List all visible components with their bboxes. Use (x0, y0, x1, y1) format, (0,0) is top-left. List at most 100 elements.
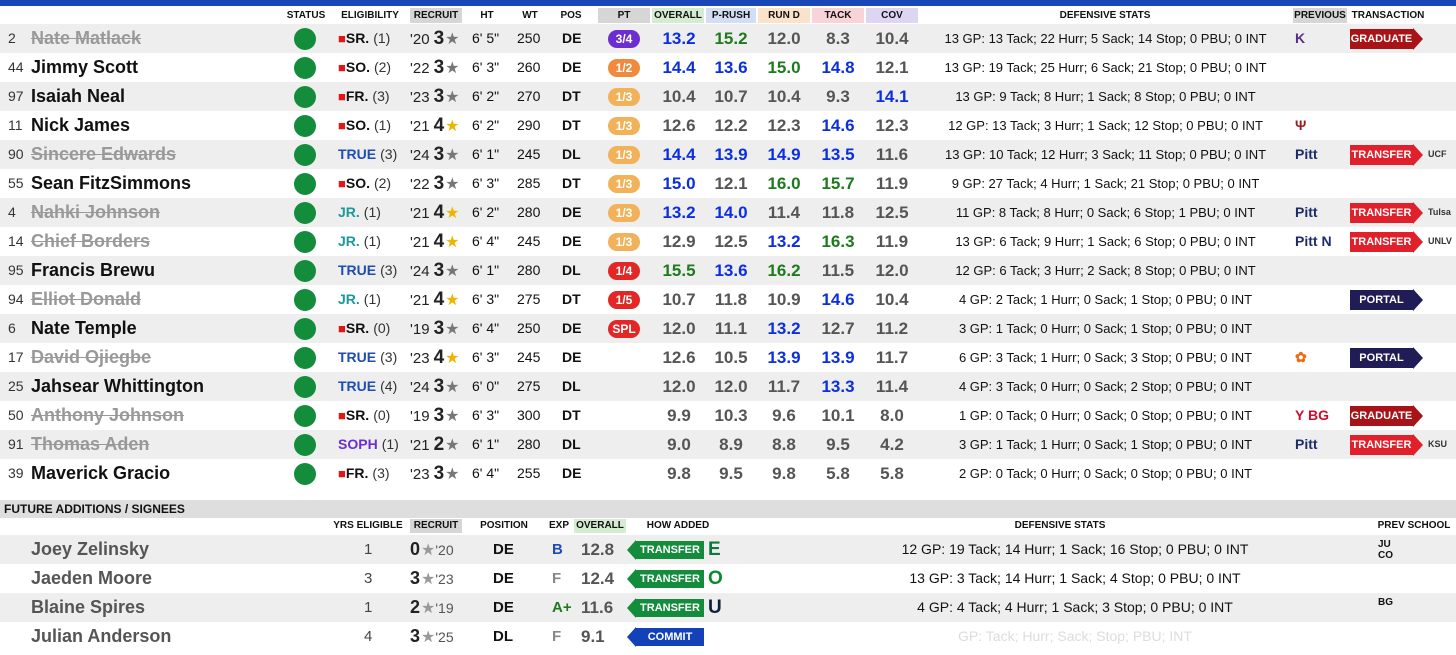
eligibility-years: (3) (380, 349, 398, 365)
transaction-badge[interactable]: GRADUATE (1350, 28, 1423, 50)
table-row[interactable]: 44 Jimmy Scott ■SO. (2) '22 3★ 6' 3" 260 DE 1/2 14… (0, 53, 1456, 82)
table-row[interactable]: Julian Anderson 4 3★'25 DL F 9.1 COMMIT GP: Tac… (0, 622, 1456, 651)
destination-school-logo: KSU (1428, 439, 1448, 449)
weight: 250 (517, 320, 541, 336)
recruit-year: '21 (410, 437, 430, 454)
overall-score: 10.4 (662, 87, 696, 106)
player-name[interactable]: Sincere Edwards (31, 140, 176, 169)
player-name[interactable]: Francis Brewu (31, 256, 155, 285)
player-name[interactable]: Nahki Johnson (31, 198, 160, 227)
weight: 300 (517, 407, 541, 423)
height: 6' 0" (472, 378, 500, 394)
player-name[interactable]: Thomas Aden (31, 430, 149, 459)
player-name[interactable]: Nate Matlack (31, 24, 141, 53)
pass-rush-score: 13.6 (714, 58, 748, 77)
player-name[interactable]: Maverick Gracio (31, 459, 170, 488)
height: 6' 2" (472, 88, 500, 104)
player-name[interactable]: David Ojiegbe (31, 343, 151, 372)
transaction-badge[interactable]: TRANSFER (1350, 202, 1423, 224)
star-icon: ★ (421, 571, 436, 588)
table-row[interactable]: 11 Nick James ■SO. (1) '21 4★ 6' 2" 290 DT 1/3 12.… (0, 111, 1456, 140)
recruit: '24 3★ (410, 372, 459, 401)
run-defense-score: 12.3 (767, 116, 801, 135)
star-icon: ★ (445, 60, 460, 77)
table-row[interactable]: 91 Thomas Aden SOPH (1) '21 2★ 6' 1" 280 DL 9.0 8.… (0, 430, 1456, 459)
position: DT (562, 175, 581, 191)
previous-school-logo: Pitt N (1295, 233, 1332, 249)
table-row[interactable]: 90 Sincere Edwards TRUE (3) '24 3★ 6' 1" 245 DL 1… (0, 140, 1456, 169)
destination-school-logo: UCF (1428, 149, 1447, 159)
star-icon: ★ (445, 350, 460, 367)
player-name[interactable]: Julian Anderson (31, 622, 171, 651)
weight: 250 (517, 30, 541, 46)
table-row[interactable]: 17 David Ojiegbe TRUE (3) '23 4★ 6' 3" 245 DE 12.… (0, 343, 1456, 372)
header-overall: OVERALL (652, 8, 704, 23)
recruit: '24 3★ (410, 140, 459, 169)
player-name[interactable]: Joey Zelinsky (31, 535, 149, 564)
weight: 245 (517, 349, 541, 365)
transaction-badge[interactable]: TRANSFER (1350, 144, 1423, 166)
player-name[interactable]: Nate Temple (31, 314, 137, 343)
transaction-badge[interactable]: PORTAL (1350, 347, 1423, 369)
recruit-stars: 3 (433, 86, 445, 107)
position: DL (493, 628, 513, 645)
table-row[interactable]: 94 Elliot Donald JR. (1) '21 4★ 6' 3" 275 DT 1/5 1… (0, 285, 1456, 314)
table-row[interactable]: 25 Jahsear Whittington TRUE (4) '24 3★ 6' 0" 27… (0, 372, 1456, 401)
eligibility-class: SO. (345, 175, 370, 191)
star-icon: ★ (445, 408, 460, 425)
eligibility-class: SO. (345, 59, 370, 75)
player-name[interactable]: Sean FitzSimmons (31, 169, 191, 198)
table-row[interactable]: 95 Francis Brewu TRUE (3) '24 3★ 6' 1" 280 DL 1/4… (0, 256, 1456, 285)
how-added-badge[interactable]: TRANSFER (627, 598, 704, 618)
table-row[interactable]: 2 Nate Matlack ■SR. (1) '20 3★ 6' 5" 250 DE 3/4 13… (0, 24, 1456, 53)
player-name[interactable]: Nick James (31, 111, 130, 140)
table-row[interactable]: Jaeden Moore 3 3★'23 DE F 12.4 TRANSFER O 13 GP:… (0, 564, 1456, 593)
table-row[interactable]: Blaine Spires 1 2★'19 DE A+ 11.6 TRANSFER U 4 GP… (0, 593, 1456, 622)
player-name[interactable]: Elliot Donald (31, 285, 141, 314)
table-row[interactable]: 6 Nate Temple ■SR. (0) '19 3★ 6' 4" 250 DE SPL 12.… (0, 314, 1456, 343)
height: 6' 2" (472, 204, 500, 220)
player-name[interactable]: Jahsear Whittington (31, 372, 204, 401)
recruit-stars: 3 (433, 405, 445, 426)
table-row[interactable]: 55 Sean FitzSimmons ■SO. (2) '22 3★ 6' 3" 285 DT… (0, 169, 1456, 198)
run-defense-score: 13.9 (767, 348, 801, 367)
transaction-badge[interactable]: TRANSFER (1350, 231, 1423, 253)
redshirt-icon: ■ (338, 31, 346, 46)
how-added-badge[interactable]: TRANSFER (627, 540, 704, 560)
table-row[interactable]: 4 Nahki Johnson JR. (1) '21 4★ 6' 2" 280 DE 1/3 13… (0, 198, 1456, 227)
table-row[interactable]: 14 Chief Borders JR. (1) '21 4★ 6' 4" 245 DE 1/3 1… (0, 227, 1456, 256)
player-name[interactable]: Blaine Spires (31, 593, 145, 622)
status-dot-icon (294, 260, 316, 282)
player-name[interactable]: Jaeden Moore (31, 564, 152, 593)
star-icon: ★ (445, 205, 460, 222)
transaction-badge[interactable]: PORTAL (1350, 289, 1423, 311)
transaction-badge[interactable]: GRADUATE (1350, 405, 1423, 427)
eligibility-class: JR. (338, 291, 360, 307)
jersey-number: 91 (8, 436, 24, 452)
table-row[interactable]: 39 Maverick Gracio ■FR. (3) '23 3★ 6' 4" 255 DE 9… (0, 459, 1456, 488)
how-added-badge[interactable]: COMMIT (627, 627, 704, 647)
recruit-year: '21 (410, 205, 430, 222)
table-row[interactable]: 50 Anthony Johnson ■SR. (0) '19 3★ 6' 3" 300 DT 9… (0, 401, 1456, 430)
pass-rush-score: 10.5 (714, 348, 748, 367)
eligibility: TRUE (4) (338, 372, 397, 401)
coverage-score: 14.1 (875, 87, 909, 106)
pass-rush-score: 14.0 (714, 203, 748, 222)
eligibility-class: FR. (345, 465, 369, 481)
player-name[interactable]: Chief Borders (31, 227, 150, 256)
weight: 280 (517, 436, 541, 452)
playtime-badge: 1/3 (608, 204, 640, 222)
table-row[interactable]: 97 Isaiah Neal ■FR. (3) '23 3★ 6' 2" 270 DT 1/3 10… (0, 82, 1456, 111)
redshirt-icon: ■ (338, 89, 346, 104)
table-row[interactable]: Joey Zelinsky 1 0★'20 DE B 12.8 TRANSFER E 12 GP… (0, 535, 1456, 564)
recruit: '21 2★ (410, 430, 459, 459)
jersey-number: 4 (8, 204, 16, 220)
position: DL (562, 146, 581, 162)
player-name[interactable]: Isaiah Neal (31, 82, 125, 111)
header-ht: HT (480, 10, 494, 21)
transaction-badge[interactable]: TRANSFER (1350, 434, 1423, 456)
how-added-badge[interactable]: TRANSFER (627, 569, 704, 589)
eligibility-years: (1) (373, 30, 391, 46)
player-name[interactable]: Jimmy Scott (31, 53, 138, 82)
player-name[interactable]: Anthony Johnson (31, 401, 184, 430)
